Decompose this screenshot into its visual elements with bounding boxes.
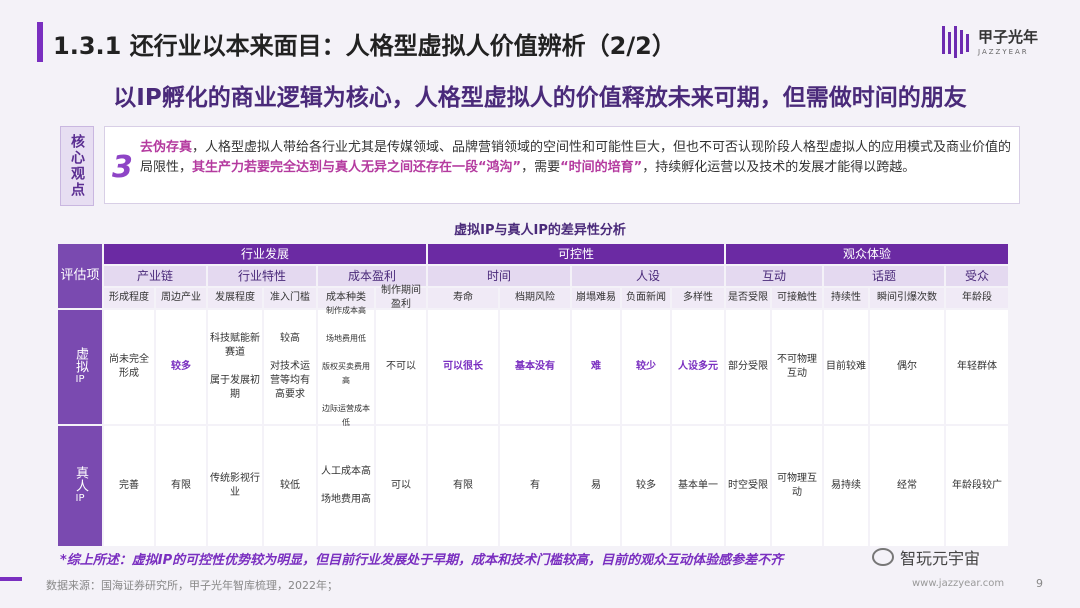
column-header: 准入门槛 [264,288,316,308]
table-cell-real: 可以 [376,426,426,546]
subgroup-header: 成本盈利 [318,266,426,286]
table-cell-virtual: 较少 [622,310,670,424]
table-cell-real: 基本单一 [672,426,724,546]
source-note: 数据来源：国海证券研究所，甲子光年智库梳理，2022年； [46,579,338,592]
column-header: 制作期间盈利 [376,285,426,310]
table-cell-virtual: 偶尔 [870,310,944,424]
column-header: 负面新闻 [622,288,670,308]
row-label-text: 真人 [73,466,88,492]
row-label-sub: IP [75,493,85,504]
site-url: www.jazzyear.com [912,578,1005,589]
table-cell-real: 年龄段较广 [946,426,1008,546]
table-cell-real: 传统影视行业 [208,426,262,546]
logo-bars-icon [942,26,972,58]
column-header: 持续性 [824,288,868,308]
table-cell-real: 经常 [870,426,944,546]
table-cell-real: 易持续 [824,426,868,546]
table-cell-virtual: 目前较难 [824,310,868,424]
table-cell-virtual: 较高 对技术运营等均有高要求 [264,310,316,424]
subgroup-header: 产业链 [104,266,206,286]
core-view-text: 去伪存真，人格型虚拟人带给各行业尤其是传媒领域、品牌营销领域的空间性和可能性巨大… [140,140,1012,175]
table-cell-real: 较低 [264,426,316,546]
column-header: 是否受限 [726,288,770,308]
subgroup-header: 受众 [946,266,1008,286]
table-corner: 评估项 [58,244,102,308]
column-header: 年龄段 [946,288,1008,308]
column-header: 多样性 [672,288,724,308]
column-header: 可接触性 [772,288,822,308]
subgroup-header: 时间 [428,266,570,286]
table-cell-virtual: 科技赋能新赛道 属于发展初期 [208,310,262,424]
column-header: 档期风险 [500,288,570,308]
title-accent-bar [37,22,43,62]
subgroup-header: 行业特性 [208,266,316,286]
table-cell-real: 有限 [156,426,206,546]
core-view-label: 核心观点 [60,126,94,206]
wechat-watermark: 智玩元宇宙 [872,545,980,569]
table-cell-real: 完善 [104,426,154,546]
subgroup-header: 互动 [726,266,822,286]
logo-text: 甲子光年 [978,28,1039,46]
wechat-icon [872,548,894,566]
row-label-text: 虚拟 [73,347,88,373]
table-cell-virtual: 较多 [156,310,206,424]
table-cell-virtual: 基本没有 [500,310,570,424]
group-header: 可控性 [428,244,724,264]
table-cell-real: 时空受限 [726,426,770,546]
table-title: 虚拟IP与真人IP的差异性分析 [454,223,626,238]
table-cell-virtual: 年轻群体 [946,310,1008,424]
page-number: 9 [1036,577,1043,590]
table-cell-real: 较多 [622,426,670,546]
page-title: 1.3.1 还行业以本来面目：人格型虚拟人价值辨析（2/2） [53,32,676,60]
bottom-accent [0,577,22,581]
subgroup-header: 话题 [824,266,944,286]
table-cell-virtual: 部分受限 [726,310,770,424]
table-cell-virtual: 不可以 [376,310,426,424]
row-label-sub: IP [75,374,85,385]
footnote: *综上所述：虚拟IP的可控性优势较为明显，但目前行业发展处于早期，成本和技术门槛… [60,553,784,568]
column-header: 寿命 [428,288,498,308]
table-cell-virtual: 尚未完全形成 [104,310,154,424]
subgroup-header: 人设 [572,266,724,286]
group-header: 观众体验 [726,244,1008,264]
table-cell-real: 有 [500,426,570,546]
page-subtitle: 以IP孵化的商业逻辑为核心，人格型虚拟人的价值释放未来可期，但需做时间的朋友 [113,85,967,111]
table-cell-virtual: 难 [572,310,620,424]
table-cell-virtual: 可以很长 [428,310,498,424]
table-cell-virtual: 人设多元 [672,310,724,424]
table-cell-real: 人工成本高 场地费用高 [318,426,374,546]
column-header: 周边产业 [156,288,206,308]
group-header: 行业发展 [104,244,426,264]
column-header: 发展程度 [208,288,262,308]
jazzyear-logo: 甲子光年 JAZZYEAR [942,22,1052,66]
table-cell-real: 有限 [428,426,498,546]
row-label-virtual: 虚拟 IP [58,310,102,424]
column-header: 崩塌难易 [572,288,620,308]
logo-subtext: JAZZYEAR [978,48,1029,56]
table-cell-real: 易 [572,426,620,546]
row-label-real: 真人 IP [58,426,102,546]
table-cell-virtual: 制作成本高 场地费用低 版权买卖费用高 边际运营成本低 [318,306,374,427]
column-header: 瞬间引爆次数 [870,288,944,308]
table-cell-real: 可物理互动 [772,426,822,546]
table-cell-virtual: 不可物理互动 [772,310,822,424]
column-header: 形成程度 [104,288,154,308]
core-view-number: 3 [112,150,133,185]
